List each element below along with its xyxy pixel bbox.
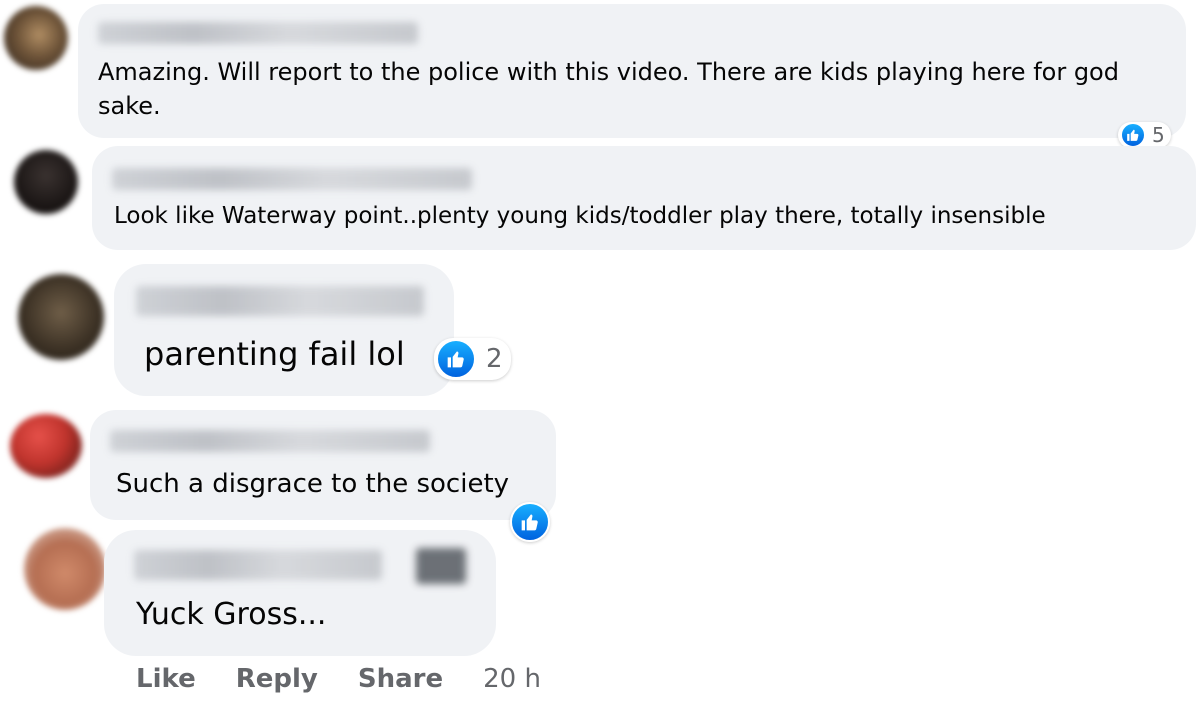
like-button[interactable]: Like (136, 664, 196, 694)
reaction-count[interactable]: 2 (434, 338, 511, 380)
comment-thread: Amazing. Will report to the police with … (0, 0, 1200, 713)
reply-button[interactable]: Reply (236, 664, 318, 694)
avatar[interactable] (14, 150, 78, 214)
comment-bubble: Look like Waterway point..plenty young k… (92, 146, 1196, 250)
comment-bubble: Amazing. Will report to the police with … (78, 4, 1186, 138)
thumbs-up-icon (436, 339, 476, 379)
avatar[interactable] (24, 528, 106, 610)
thumbs-up-icon (1120, 122, 1146, 148)
avatar[interactable] (18, 274, 104, 360)
author-name-redacted[interactable] (98, 22, 418, 44)
comment-bubble: Such a disgrace to the society (90, 410, 556, 520)
comment-text: Such a disgrace to the society (116, 469, 510, 499)
reaction-count-value: 2 (486, 344, 503, 374)
comment-actions: Like Reply Share 20 h (136, 664, 541, 694)
reaction-count[interactable]: 5 (1118, 122, 1171, 148)
timestamp[interactable]: 20 h (483, 664, 541, 694)
comment-bubble: parenting fail lol (114, 264, 454, 396)
avatar[interactable] (4, 6, 68, 70)
comment-text: parenting fail lol (144, 335, 405, 373)
author-name-redacted[interactable] (136, 286, 424, 316)
badge-redacted (416, 548, 466, 584)
author-name-redacted[interactable] (112, 168, 472, 190)
comment-bubble: Yuck Gross... (104, 530, 496, 656)
author-name-redacted[interactable] (134, 550, 382, 580)
comment-text: Yuck Gross... (136, 597, 327, 632)
share-button[interactable]: Share (358, 664, 443, 694)
avatar[interactable] (10, 414, 82, 478)
comment-text: Look like Waterway point..plenty young k… (114, 203, 1046, 229)
comment-text: Amazing. Will report to the police with … (98, 58, 1119, 120)
author-name-redacted[interactable] (110, 430, 430, 452)
thumbs-up-icon[interactable] (510, 502, 550, 542)
reaction-count-value: 5 (1152, 123, 1165, 147)
